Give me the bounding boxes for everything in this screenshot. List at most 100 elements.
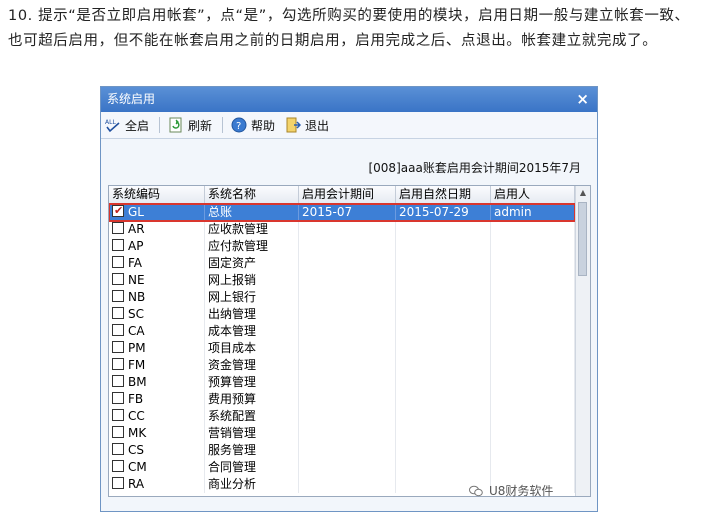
module-name: 成本管理	[205, 323, 299, 340]
enable-date: 2015-07-29	[396, 204, 491, 221]
enable-date	[396, 374, 491, 391]
enable-date	[396, 459, 491, 476]
module-checkbox[interactable]	[112, 341, 124, 353]
column-header-name[interactable]: 系统名称	[205, 186, 299, 203]
cell-code: AP	[109, 238, 205, 255]
cell-code: FM	[109, 357, 205, 374]
module-checkbox[interactable]	[112, 324, 124, 336]
cell-code: SC	[109, 306, 205, 323]
checkmark-icon: ✔	[114, 204, 124, 217]
module-code: PM	[128, 341, 146, 355]
module-checkbox[interactable]	[112, 239, 124, 251]
close-button[interactable]: ×	[576, 87, 589, 112]
module-name: 总账	[205, 204, 299, 221]
enable-user	[491, 238, 575, 255]
enable-user	[491, 374, 575, 391]
scroll-thumb[interactable]	[578, 202, 587, 276]
column-header-date[interactable]: 启用自然日期	[396, 186, 491, 203]
module-code: CM	[128, 460, 147, 474]
table-row[interactable]: CS 服务管理	[109, 442, 575, 459]
module-code: FA	[128, 256, 143, 270]
table-row[interactable]: AP 应付款管理	[109, 238, 575, 255]
enable-user	[491, 442, 575, 459]
table-row[interactable]: MK 营销管理	[109, 425, 575, 442]
watermark-text: U8财务软件	[489, 484, 554, 498]
table-row[interactable]: CM 合同管理	[109, 459, 575, 476]
table-row[interactable]: NE 网上报销	[109, 272, 575, 289]
enable-date	[396, 306, 491, 323]
module-checkbox[interactable]	[112, 426, 124, 438]
table-row[interactable]: FM 资金管理	[109, 357, 575, 374]
module-checkbox[interactable]	[112, 273, 124, 285]
grid-header: 系统编码 系统名称 启用会计期间 启用自然日期 启用人	[109, 186, 575, 204]
module-checkbox[interactable]	[112, 477, 124, 489]
enable-period	[299, 357, 396, 374]
enable-user	[491, 357, 575, 374]
module-checkbox[interactable]: ✔	[112, 204, 124, 217]
module-checkbox[interactable]	[112, 375, 124, 387]
enable-user	[491, 391, 575, 408]
table-row[interactable]: AR 应收款管理	[109, 221, 575, 238]
table-row[interactable]: NB 网上银行	[109, 289, 575, 306]
enable-user	[491, 425, 575, 442]
module-checkbox[interactable]	[112, 409, 124, 421]
cell-code: RA	[109, 476, 205, 493]
module-name: 应收款管理	[205, 221, 299, 238]
column-header-user[interactable]: 启用人	[491, 186, 575, 203]
help-label: 帮助	[251, 118, 276, 133]
enable-date	[396, 391, 491, 408]
scroll-up-arrow-icon[interactable]: ▲	[576, 186, 590, 200]
module-checkbox[interactable]	[112, 358, 124, 370]
select-all-button[interactable]: ALL 全启	[105, 117, 149, 134]
help-icon: ?	[231, 117, 247, 133]
wechat-icon	[469, 485, 483, 496]
cell-code: ✔ GL	[109, 204, 205, 221]
module-checkbox[interactable]	[112, 307, 124, 319]
enable-period	[299, 272, 396, 289]
vertical-scrollbar[interactable]: ▲	[575, 186, 590, 496]
column-header-code[interactable]: 系统编码	[109, 186, 205, 203]
exit-door-icon	[286, 117, 302, 133]
table-row[interactable]: CC 系统配置	[109, 408, 575, 425]
module-code: RA	[128, 477, 145, 491]
module-code: AR	[128, 222, 145, 236]
table-row[interactable]: FB 费用预算	[109, 391, 575, 408]
table-row[interactable]: ✔ GL 总账 2015-07 2015-07-29 admin	[109, 203, 576, 222]
module-code: FB	[128, 392, 144, 406]
module-name: 商业分析	[205, 476, 299, 493]
cell-code: CC	[109, 408, 205, 425]
cell-code: PM	[109, 340, 205, 357]
module-checkbox[interactable]	[112, 460, 124, 472]
svg-text:ALL: ALL	[105, 119, 116, 126]
cell-code: BM	[109, 374, 205, 391]
module-name: 网上银行	[205, 289, 299, 306]
enable-period	[299, 306, 396, 323]
table-row[interactable]: CA 成本管理	[109, 323, 575, 340]
enable-period	[299, 476, 396, 493]
period-label: [008]aaa账套启用会计期间2015年7月	[368, 161, 581, 175]
module-code: CC	[128, 409, 145, 423]
module-checkbox[interactable]	[112, 392, 124, 404]
table-row[interactable]: PM 项目成本	[109, 340, 575, 357]
module-checkbox[interactable]	[112, 222, 124, 234]
table-row[interactable]: BM 预算管理	[109, 374, 575, 391]
module-code: CA	[128, 324, 145, 338]
module-checkbox[interactable]	[112, 443, 124, 455]
enable-date	[396, 408, 491, 425]
table-row[interactable]: SC 出纳管理	[109, 306, 575, 323]
enable-date	[396, 255, 491, 272]
enable-period	[299, 408, 396, 425]
table-row[interactable]: FA 固定资产	[109, 255, 575, 272]
module-name: 固定资产	[205, 255, 299, 272]
system-enable-dialog: 系统启用 × ALL 全启 刷新 ? 帮助 退出 [008]aaa账套启用会计期…	[100, 86, 598, 512]
module-checkbox[interactable]	[112, 256, 124, 268]
help-button[interactable]: ? 帮助	[231, 117, 275, 134]
enable-date	[396, 238, 491, 255]
column-header-period[interactable]: 启用会计期间	[299, 186, 396, 203]
enable-user	[491, 306, 575, 323]
exit-button[interactable]: 退出	[285, 117, 329, 134]
module-checkbox[interactable]	[112, 290, 124, 302]
enable-date	[396, 323, 491, 340]
refresh-button[interactable]: 刷新	[168, 117, 212, 134]
select-all-label: 全启	[125, 118, 150, 133]
